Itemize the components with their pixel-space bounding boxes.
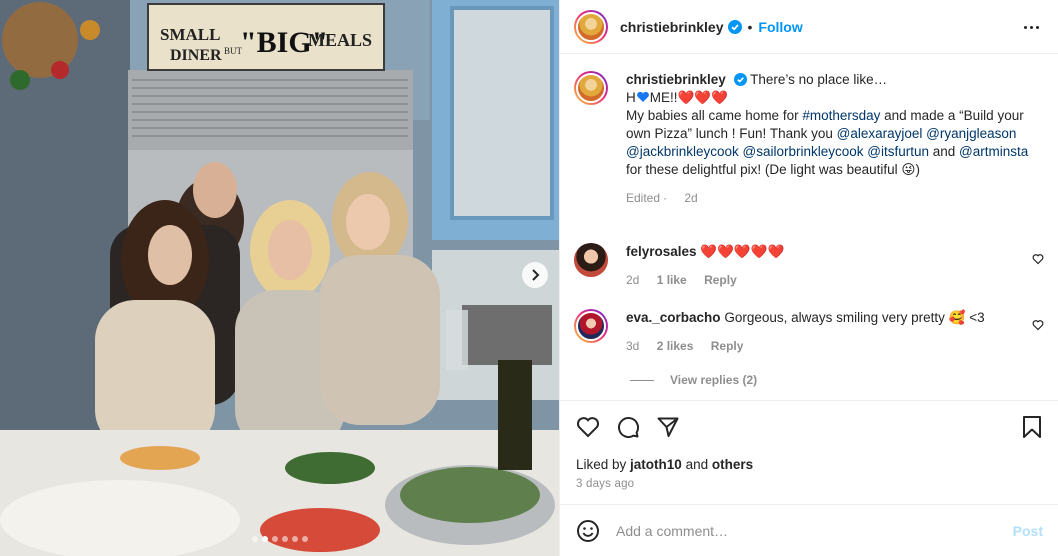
likes-prefix: Liked by [576, 457, 631, 472]
carousel-dot [301, 536, 308, 542]
comments-section: christiebrinkley There’s no place like… … [560, 55, 1058, 399]
caption-timestamp[interactable]: 2d [684, 191, 697, 205]
mention-link[interactable]: @itsfurtun [867, 144, 929, 159]
meta-dot: · [663, 191, 668, 205]
caption-username[interactable]: christiebrinkley [626, 72, 726, 87]
comment-body: felyrosales ❤️❤️❤️❤️❤️ 2d 1 like Reply [626, 243, 1026, 289]
sign-text-meals: MEALS [308, 30, 372, 50]
view-replies-button[interactable]: View replies (2) [630, 373, 757, 387]
caption-emoji: 😜) [901, 162, 920, 177]
mention-link[interactable]: @alexarayjoel [837, 126, 923, 141]
edited-label: Edited [626, 191, 661, 205]
photo-illustration: SMALL DINER BUT "BIG" MEALS [0, 0, 559, 556]
sign-text-small: SMALL [160, 25, 220, 44]
share-icon[interactable] [656, 415, 680, 439]
post-header: christiebrinkley • Follow [560, 0, 1058, 54]
comment-likes[interactable]: 2 likes [657, 339, 694, 353]
commenter-avatar[interactable] [574, 309, 608, 343]
caption-text-me: ME!! [649, 90, 678, 105]
comment-likes[interactable]: 1 like [657, 273, 687, 287]
carousel-dot [291, 536, 298, 542]
comment-text: Gorgeous, always smiling very pretty 🥰 <… [724, 310, 985, 325]
post-comment-button[interactable]: Post [1013, 523, 1043, 539]
post-date[interactable]: 3 days ago [576, 478, 634, 490]
caption-avatar[interactable] [574, 71, 608, 105]
mention-link[interactable]: @jackbrinkleycook [626, 144, 739, 159]
follow-button[interactable]: Follow [758, 19, 802, 35]
comment-meta: 3d 2 likes Reply [626, 337, 1026, 355]
liker-username[interactable]: jatoth10 [630, 457, 682, 472]
caption-line-3: My babies all came home for #mothersday … [626, 107, 1044, 179]
comment-body: eva._corbacho Gorgeous, always smiling v… [626, 309, 1026, 355]
mention-link[interactable]: @ryanjgleason [926, 126, 1016, 141]
caption-line-1: christiebrinkley There’s no place like… [626, 71, 1044, 89]
comment-meta: 2d 1 like Reply [626, 271, 1026, 289]
heart-icon[interactable] [576, 415, 600, 439]
commenter-avatar[interactable] [574, 243, 608, 277]
comment-timestamp[interactable]: 2d [626, 273, 639, 287]
caption-body: christiebrinkley There’s no place like… … [626, 71, 1044, 207]
carousel-dot [271, 536, 278, 542]
post-caption: christiebrinkley There’s no place like… … [574, 71, 1044, 207]
blue-heart-icon [636, 91, 649, 102]
view-replies-divider [630, 379, 654, 381]
author-avatar[interactable] [574, 9, 608, 44]
action-icons [576, 415, 680, 439]
mention-link[interactable]: @artminsta [959, 144, 1028, 159]
heart-icon[interactable] [1032, 319, 1044, 331]
caption-text-line-1: There’s no place like… [750, 72, 888, 87]
post-detail-panel: christiebrinkley • Follow christiebrinkl… [559, 0, 1058, 556]
sign-text-diner: DINER [170, 47, 222, 64]
commenter-username[interactable]: felyrosales [626, 244, 697, 259]
comment-timestamp[interactable]: 3d [626, 339, 639, 353]
hashtag-link[interactable]: #mothersday [802, 108, 880, 123]
comment-icon[interactable] [616, 415, 640, 439]
comment-input[interactable] [616, 522, 996, 539]
bookmark-icon[interactable] [1021, 415, 1043, 439]
caption-red-hearts: ❤️❤️❤️ [677, 90, 728, 105]
caption-text: for these delightful pix! (De light was … [626, 162, 902, 177]
verified-icon [727, 19, 742, 34]
mention-link[interactable]: @sailorbrinkleycook [743, 144, 864, 159]
author-username[interactable]: christiebrinkley [620, 19, 724, 35]
caption-text-h: H [626, 90, 636, 105]
comment-item: eva._corbacho Gorgeous, always smiling v… [574, 309, 1044, 355]
comment-text: ❤️❤️❤️❤️❤️ [700, 244, 785, 259]
header-separator: • [747, 18, 753, 35]
reply-button[interactable]: Reply [704, 273, 737, 287]
post-actions: Liked by jatoth10 and others 3 days ago [560, 400, 1058, 504]
caption-text: My babies all came home for [626, 108, 803, 123]
comment-item: felyrosales ❤️❤️❤️❤️❤️ 2d 1 like Reply [574, 243, 1044, 289]
likes-summary: Liked by jatoth10 and others [576, 457, 753, 472]
verified-icon [733, 73, 747, 86]
chevron-right-icon [532, 269, 540, 281]
view-replies-label: View replies (2) [670, 373, 758, 387]
commenter-username[interactable]: eva._corbacho [626, 310, 721, 325]
likes-middle: and [681, 457, 712, 472]
reply-button[interactable]: Reply [711, 339, 744, 353]
carousel-dot [281, 536, 288, 542]
carousel-dot [251, 536, 258, 542]
heart-icon[interactable] [1032, 253, 1044, 265]
add-comment-bar: Post [560, 504, 1058, 556]
caption-meta: Edited · 2d [626, 189, 1044, 207]
likes-others-link[interactable]: others [712, 457, 753, 472]
carousel-dot-active [261, 536, 268, 542]
caption-line-2: H ME!!❤️❤️❤️ [626, 89, 1044, 107]
emoji-icon[interactable] [576, 519, 600, 543]
more-options-icon[interactable] [1021, 18, 1041, 36]
post-photo[interactable]: SMALL DINER BUT "BIG" MEALS [0, 0, 559, 556]
carousel-dots [0, 536, 559, 542]
caption-text: and [929, 144, 960, 159]
carousel-next-button[interactable] [522, 262, 548, 288]
